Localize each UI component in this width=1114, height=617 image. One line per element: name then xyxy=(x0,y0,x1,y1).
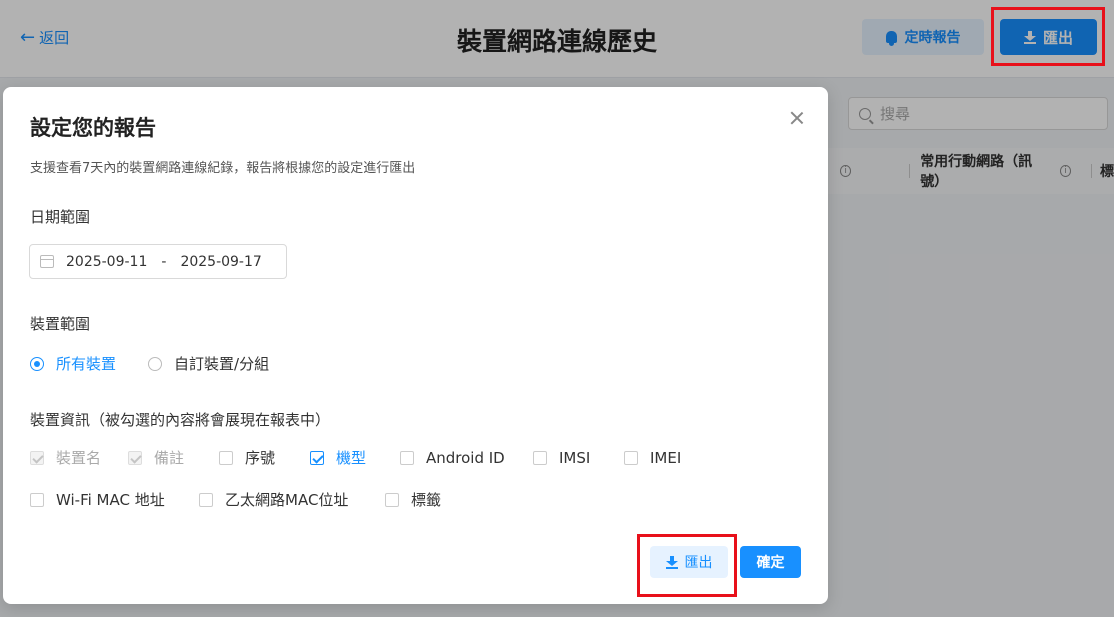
checkbox-ethernet-mac[interactable]: 乙太網路MAC位址 xyxy=(199,489,385,510)
checkbox-imei[interactable]: IMEI xyxy=(624,449,681,467)
checkbox-label: IMEI xyxy=(650,448,682,467)
close-icon[interactable] xyxy=(788,109,806,127)
checkbox[interactable] xyxy=(30,450,44,465)
checkbox-android-id[interactable]: Android ID xyxy=(400,449,533,467)
modal-title: 設定您的報告 xyxy=(30,116,156,140)
modal-description: 支援查看7天內的裝置網路連線紀錄，報告將根據您的設定進行匯出 xyxy=(30,161,416,176)
checkbox-wifi-mac[interactable]: Wi-Fi MAC 地址 xyxy=(30,489,199,510)
checkbox-label: 標籤 xyxy=(411,491,442,509)
date-end[interactable]: 2025-09-17 xyxy=(180,254,261,270)
highlight-box xyxy=(637,534,737,597)
checkbox[interactable] xyxy=(533,450,547,465)
checkbox-label: 乙太網路MAC位址 xyxy=(225,491,349,509)
checkbox[interactable] xyxy=(624,450,638,465)
checkbox-remark[interactable]: 備註 xyxy=(128,447,219,468)
radio-label: 所有裝置 xyxy=(56,355,117,373)
checkbox-label: 備註 xyxy=(154,449,185,467)
checkbox-label: 裝置名 xyxy=(56,449,102,467)
device-info-label: 裝置資訊（被勾選的內容將會展現在報表中） xyxy=(30,411,331,429)
date-range-picker[interactable]: 2025-09-11 - 2025-09-17 xyxy=(29,244,287,279)
highlight-box xyxy=(991,7,1105,66)
checkbox[interactable] xyxy=(219,450,233,465)
checkbox[interactable] xyxy=(128,450,142,465)
date-range-label: 日期範圍 xyxy=(30,208,91,226)
checkbox-label: Android ID xyxy=(426,448,505,467)
checkbox-serial[interactable]: 序號 xyxy=(219,447,310,468)
radio-button[interactable] xyxy=(30,356,44,371)
checkbox-label: 機型 xyxy=(336,449,367,467)
radio-button[interactable] xyxy=(148,356,163,371)
checkbox-imsi[interactable]: IMSI xyxy=(533,449,624,467)
calendar-icon xyxy=(40,255,54,268)
checkbox[interactable] xyxy=(385,492,399,507)
checkbox-row-1: 裝置名 備註 序號 機型 Android ID IMSI IMEI xyxy=(30,447,681,468)
device-scope-radio-group: 所有裝置 自訂裝置/分組 xyxy=(30,353,301,374)
checkbox-label: 序號 xyxy=(245,449,276,467)
checkbox-row-2: Wi-Fi MAC 地址 乙太網路MAC位址 標籤 xyxy=(30,489,441,510)
report-settings-modal: 設定您的報告 支援查看7天內的裝置網路連線紀錄，報告將根據您的設定進行匯出 日期… xyxy=(3,87,828,604)
checkbox[interactable] xyxy=(400,450,414,465)
checkbox-model[interactable]: 機型 xyxy=(310,447,400,468)
checkbox-label: IMSI xyxy=(559,448,591,467)
date-start[interactable]: 2025-09-11 xyxy=(66,254,147,270)
checkbox-tags[interactable]: 標籤 xyxy=(385,489,441,510)
date-separator: - xyxy=(161,253,167,270)
radio-label: 自訂裝置/分組 xyxy=(174,355,270,373)
confirm-button[interactable]: 確定 xyxy=(740,546,801,578)
radio-custom-devices[interactable]: 自訂裝置/分組 xyxy=(148,353,269,374)
device-scope-label: 裝置範圍 xyxy=(30,315,91,333)
checkbox-label: Wi-Fi MAC 地址 xyxy=(56,491,165,509)
radio-all-devices[interactable]: 所有裝置 xyxy=(30,353,116,374)
checkbox-device-name[interactable]: 裝置名 xyxy=(30,447,128,468)
checkbox[interactable] xyxy=(30,492,44,507)
checkbox[interactable] xyxy=(310,450,324,465)
checkbox[interactable] xyxy=(199,492,213,507)
